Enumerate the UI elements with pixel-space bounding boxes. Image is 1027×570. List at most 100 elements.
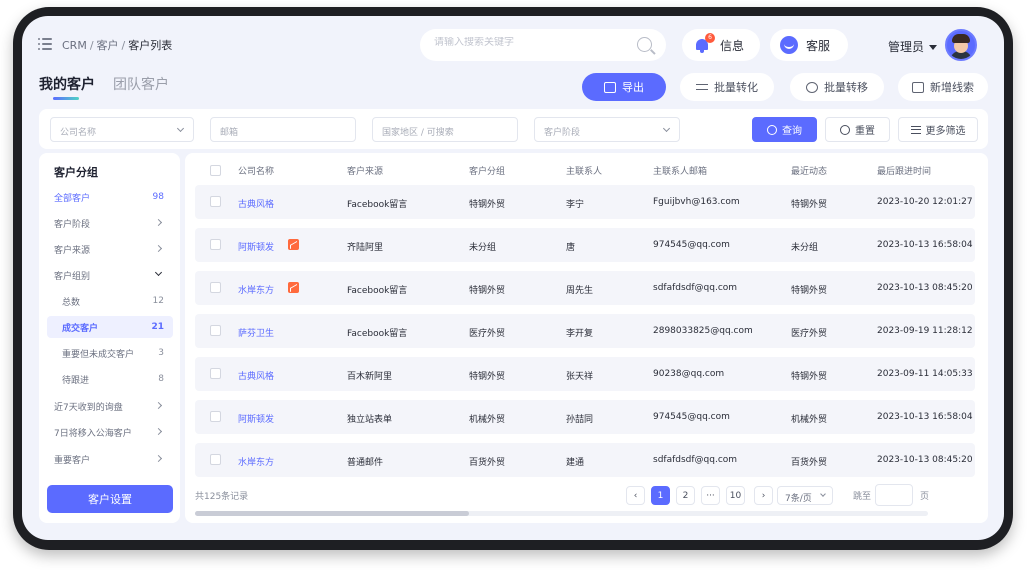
export-button[interactable]: 导出 — [582, 73, 666, 101]
top-bar: CRM/客户/客户列表 6 信息 客服 管理员 — [22, 16, 1004, 68]
table-row[interactable]: 阿斯顿发 齐陆阿里 未分组 唐 974545@qq.com 未分组 2023-10-13 1… — [195, 228, 975, 262]
company-link[interactable]: 阿斯顿发 — [238, 240, 274, 253]
sidebar-item[interactable]: 重要但未成交客户 3 — [47, 342, 173, 364]
region-search-field[interactable]: 国家地区 / 可搜索 — [372, 117, 518, 142]
sidebar-item-count: 98 — [152, 192, 164, 202]
add-lead-button[interactable]: 新增线索 — [898, 73, 988, 101]
refresh-icon — [840, 124, 850, 135]
sidebar-item[interactable]: 近7天收到的询盘 — [47, 395, 173, 417]
admin-menu[interactable]: 管理员 — [888, 38, 938, 55]
column-header: 最后跟进时间 — [877, 167, 932, 177]
customer-service-button[interactable]: 客服 — [770, 29, 848, 61]
email-field-placeholder: 邮箱 — [220, 128, 239, 138]
sidebar-item[interactable]: 客户阶段 — [47, 212, 173, 234]
sidebar-item[interactable]: 待跟进 8 — [47, 368, 173, 390]
column-header: 公司名称 — [238, 167, 275, 177]
sidebar-item[interactable]: 7日将移入公海客户 — [47, 421, 173, 443]
email-field[interactable]: 邮箱 — [210, 117, 356, 142]
table-cell: Fguijbvh@163.com — [653, 197, 740, 207]
row-checkbox[interactable] — [210, 239, 221, 250]
table-row[interactable]: 萨芬卫生 Facebook留言 医疗外贸 李开复 2898033825@qq.com 医疗… — [195, 314, 975, 348]
query-button[interactable]: 查询 — [752, 117, 817, 142]
page-size-select[interactable]: 7条/页 — [777, 486, 833, 505]
table-row[interactable]: 古典风格 Facebook留言 特钢外贸 李宁 Fguijbvh@163.com 特钢外贸… — [195, 185, 975, 219]
scrollbar-thumb[interactable] — [195, 511, 469, 516]
swap-icon — [696, 82, 708, 93]
batch-convert-button[interactable]: 批量转化 — [680, 73, 774, 101]
company-link[interactable]: 古典风格 — [238, 369, 274, 382]
sidebar-item-count: 8 — [158, 374, 164, 384]
sidebar-item[interactable]: 客户来源 — [47, 238, 173, 260]
row-checkbox[interactable] — [210, 196, 221, 207]
avatar[interactable] — [945, 29, 977, 61]
stage-select[interactable]: 客户阶段 — [534, 117, 680, 142]
column-header: 客户分组 — [469, 167, 506, 177]
chevron-down-icon — [176, 124, 185, 133]
sidebar-item-label: 重要但未成交客户 — [62, 349, 135, 360]
document-icon — [912, 81, 924, 93]
search-icon[interactable] — [637, 37, 652, 52]
row-checkbox[interactable] — [210, 325, 221, 336]
table-cell: 2898033825@qq.com — [653, 326, 753, 336]
company-link[interactable]: 阿斯顿发 — [238, 412, 274, 425]
chevron-down-icon — [820, 491, 826, 497]
page-button[interactable]: ··· — [701, 486, 720, 505]
reset-button[interactable]: 重置 — [825, 117, 890, 142]
table-cell: Facebook留言 — [347, 329, 408, 339]
company-link[interactable]: 萨芬卫生 — [238, 326, 274, 339]
sidebar-item-label: 待跟进 — [62, 375, 90, 386]
table-cell: 独立站表单 — [347, 415, 393, 425]
sidebar-item[interactable]: 全部客户 98 — [47, 186, 173, 208]
table-row[interactable]: 水岸东方 普通邮件 百货外贸 建通 sdfafdsdf@qq.com 百货外贸 2023-1… — [195, 443, 975, 477]
table-cell: 2023-09-11 14:05:33 — [877, 369, 973, 379]
row-checkbox[interactable] — [210, 454, 221, 465]
company-link[interactable]: 古典风格 — [238, 197, 274, 210]
company-select[interactable]: 公司名称 — [50, 117, 194, 142]
row-checkbox[interactable] — [210, 411, 221, 422]
row-checkbox[interactable] — [210, 282, 221, 293]
notifications-label: 信息 — [720, 38, 745, 53]
more-filters-button[interactable]: 更多筛选 — [898, 117, 978, 142]
sidebar-item[interactable]: 总数 12 — [47, 290, 173, 312]
table-cell: 90238@qq.com — [653, 369, 725, 379]
breadcrumb-customer[interactable]: 客户 — [97, 39, 119, 52]
headset-icon — [780, 36, 798, 54]
sidebar-item-count: 3 — [158, 348, 164, 358]
sidebar-item[interactable]: 成交客户 21 — [47, 316, 173, 338]
table-row[interactable]: 古典风格 百木新阿里 特钢外贸 张天祥 90238@qq.com 特钢外贸 2023-09-… — [195, 357, 975, 391]
tab-team-customers[interactable]: 团队客户 — [113, 74, 169, 94]
table-row[interactable]: 阿斯顿发 独立站表单 机械外贸 孙喆同 974545@qq.com 机械外贸 2023-10… — [195, 400, 975, 434]
sidebar-item[interactable]: 重要客户 — [47, 448, 173, 470]
admin-label: 管理员 — [888, 40, 925, 54]
table-cell: 2023-10-13 16:58:04 — [877, 412, 973, 422]
add-lead-label: 新增线索 — [930, 81, 974, 94]
sidebar-item-label: 客户阶段 — [54, 219, 91, 230]
prev-page-button[interactable]: ‹ — [626, 486, 645, 505]
query-label: 查询 — [782, 126, 802, 137]
customer-settings-button[interactable]: 客户设置 — [47, 485, 173, 513]
notifications-button[interactable]: 6 信息 — [682, 29, 760, 61]
table-row[interactable]: 水岸东方 Facebook留言 特钢外贸 周先生 sdfafdsdf@qq.com 特钢外… — [195, 271, 975, 305]
table-cell: 特钢外贸 — [469, 286, 506, 296]
company-link[interactable]: 水岸东方 — [238, 283, 274, 296]
page-button[interactable]: 1 — [651, 486, 670, 505]
page-button[interactable]: 2 — [676, 486, 695, 505]
sidebar-item[interactable]: 客户组别 — [47, 264, 173, 286]
batch-transfer-button[interactable]: 批量转移 — [790, 73, 884, 101]
search-input[interactable] — [434, 37, 624, 48]
jump-page-input[interactable] — [875, 484, 913, 506]
next-page-button[interactable]: › — [754, 486, 773, 505]
table-cell: 特钢外贸 — [791, 200, 828, 210]
filter-bar: 公司名称 邮箱 国家地区 / 可搜索 客户阶段 查询 重置 更多筛选 — [39, 109, 988, 149]
more-filters-label: 更多筛选 — [925, 126, 966, 137]
table-cell: 周先生 — [566, 286, 594, 296]
menu-icon[interactable] — [38, 38, 52, 50]
trend-icon — [288, 239, 299, 250]
transfer-icon — [806, 81, 818, 93]
tab-my-customers[interactable]: 我的客户 — [39, 74, 95, 94]
page-button[interactable]: 10 — [726, 486, 745, 505]
company-link[interactable]: 水岸东方 — [238, 455, 274, 468]
select-all-checkbox[interactable] — [210, 165, 221, 176]
row-checkbox[interactable] — [210, 368, 221, 379]
breadcrumb-crm[interactable]: CRM — [62, 39, 87, 52]
